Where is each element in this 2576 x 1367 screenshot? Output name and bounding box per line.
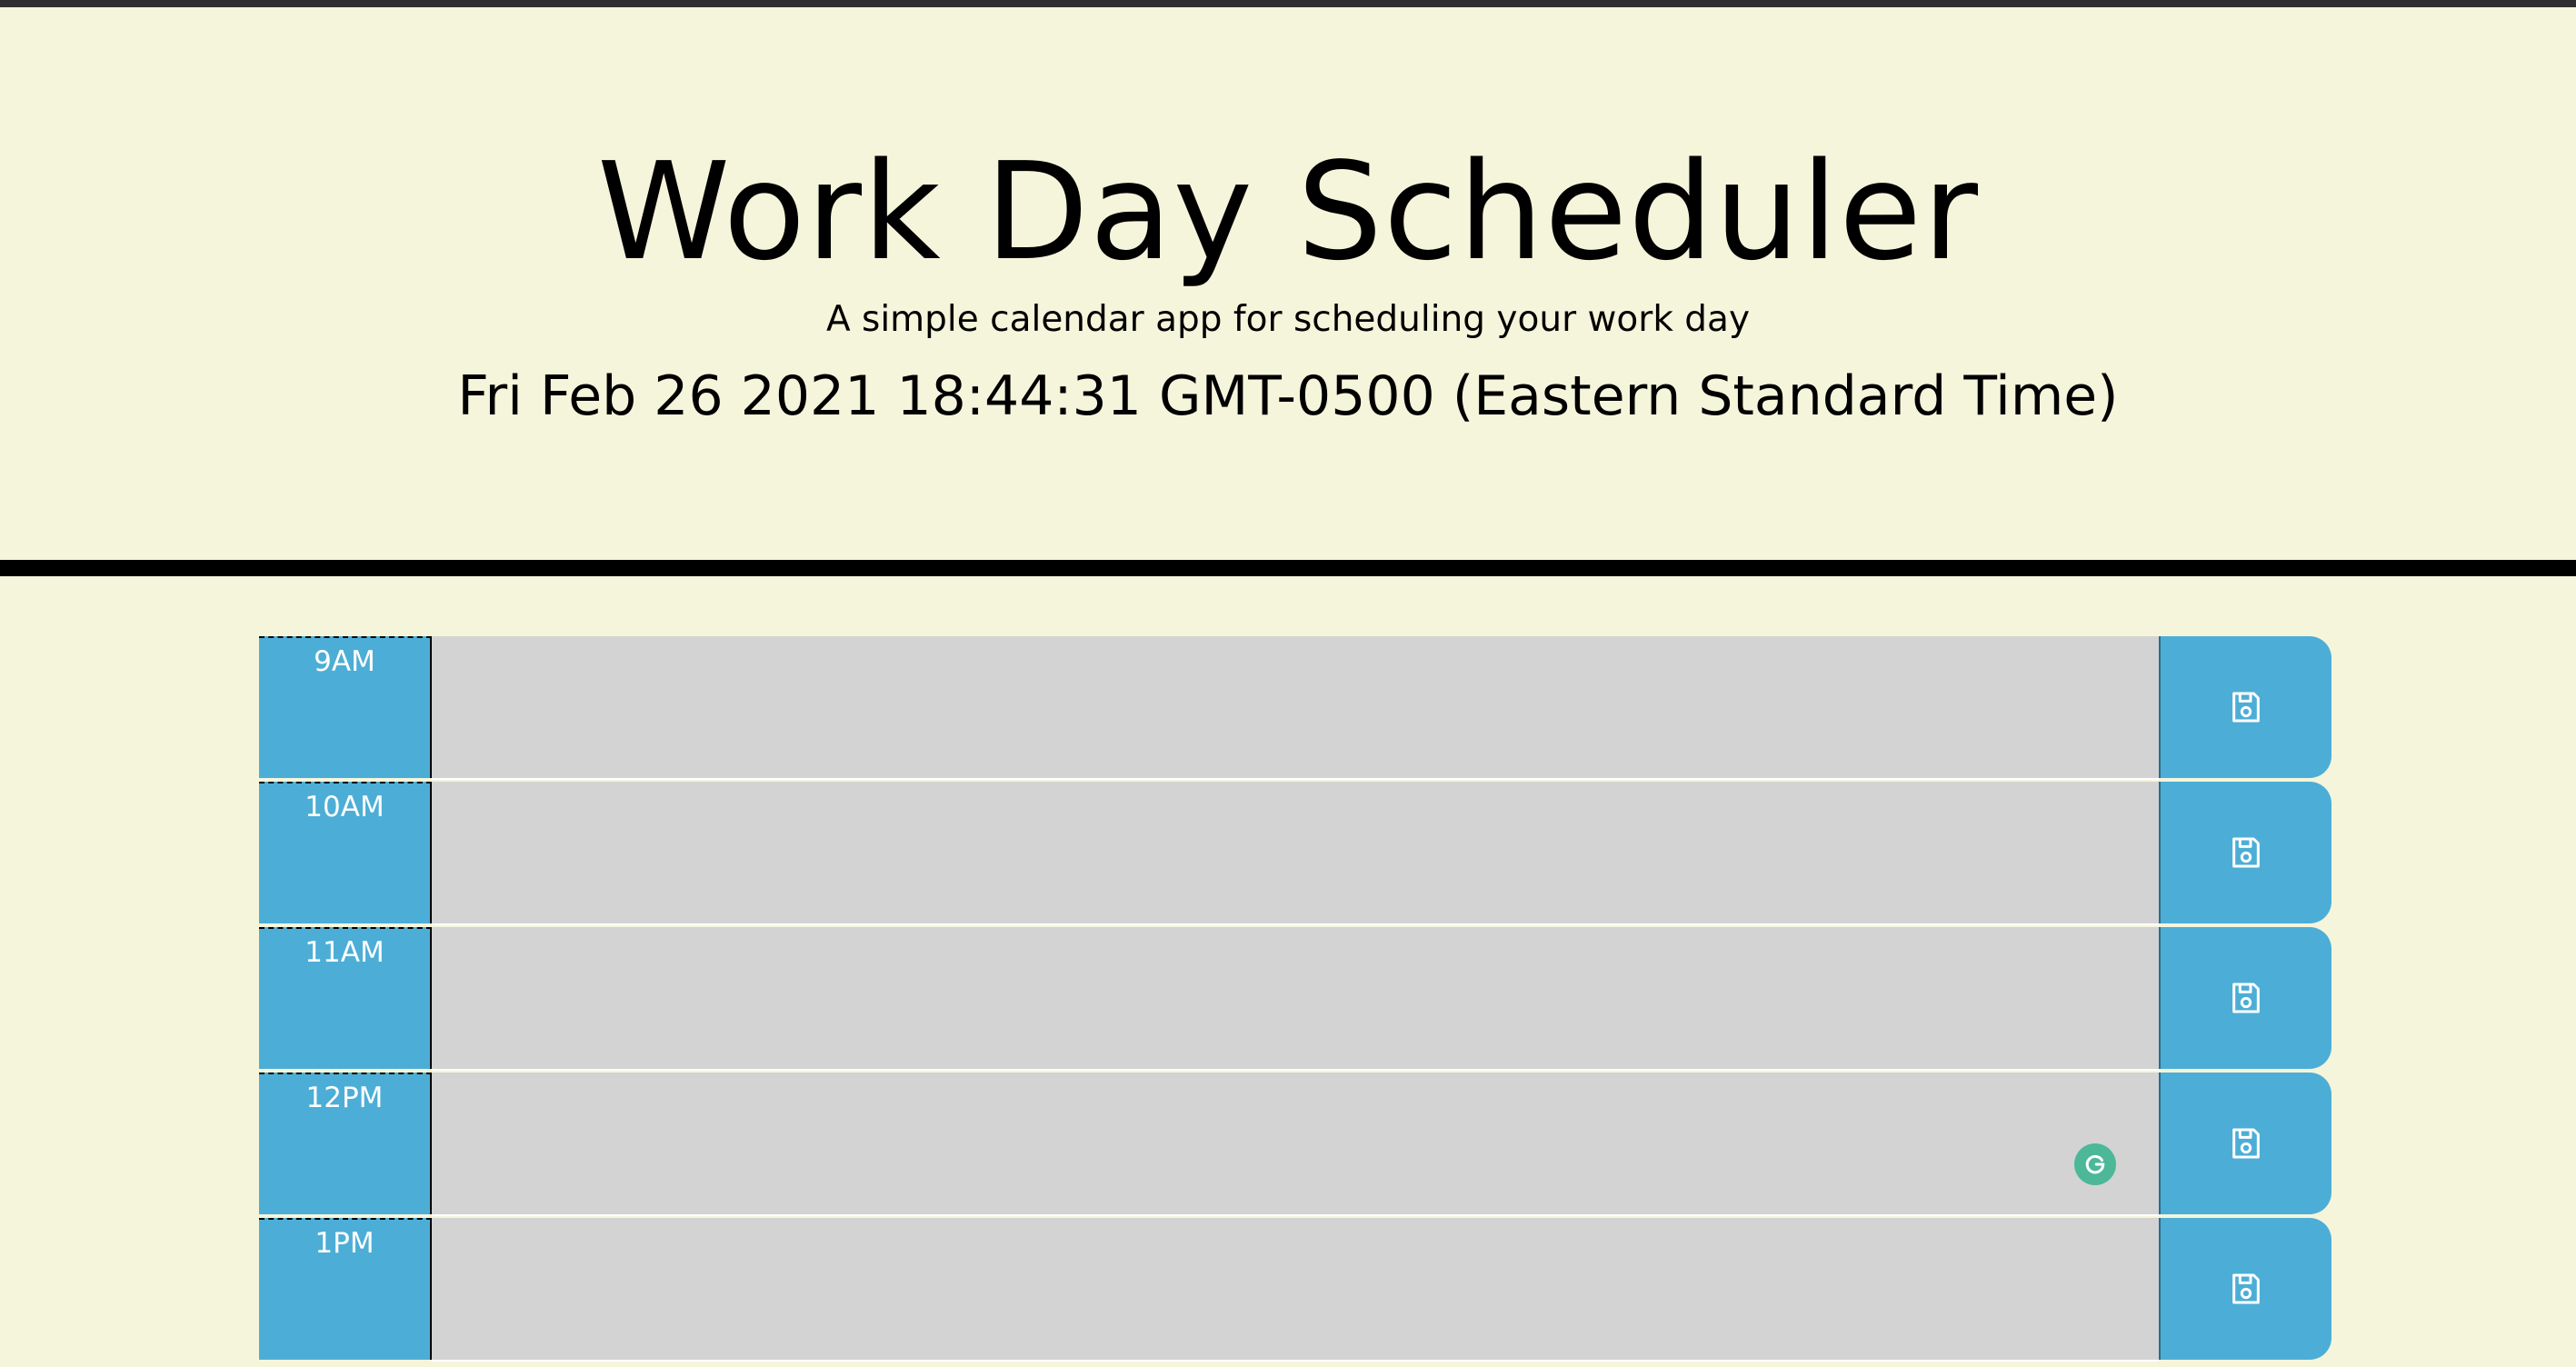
save-button[interactable] [2159, 927, 2331, 1069]
save-button[interactable] [2159, 636, 2331, 778]
scheduler-container: 9AM 10AM 11AM 12PM 1PM [259, 636, 2331, 1363]
event-description-input[interactable] [432, 1218, 2159, 1362]
page-header: Work Day Scheduler A simple calendar app… [0, 7, 2576, 576]
time-block-row: 10AM [259, 782, 2331, 927]
time-block-row: 1PM [259, 1218, 2331, 1363]
window-top-strip [0, 0, 2576, 7]
save-button[interactable] [2159, 782, 2331, 923]
floppy-disk-icon [2232, 1128, 2260, 1159]
save-button[interactable] [2159, 1073, 2331, 1214]
time-block-row: 11AM [259, 927, 2331, 1073]
hour-label: 12PM [259, 1073, 432, 1214]
current-day: Fri Feb 26 2021 18:44:31 GMT-0500 (Easte… [457, 364, 2119, 428]
event-description-input[interactable] [432, 927, 2159, 1071]
floppy-disk-icon [2232, 692, 2260, 723]
hour-label: 9AM [259, 636, 432, 778]
hour-label: 10AM [259, 782, 432, 923]
grammarly-badge[interactable] [2074, 1143, 2116, 1185]
time-block-row: 12PM [259, 1073, 2331, 1218]
hour-label: 11AM [259, 927, 432, 1069]
save-button[interactable] [2159, 1218, 2331, 1360]
page-title: Work Day Scheduler [596, 134, 1980, 290]
floppy-disk-icon [2232, 983, 2260, 1013]
event-description-input[interactable] [432, 636, 2159, 780]
time-block-row: 9AM [259, 636, 2331, 782]
event-description-input[interactable] [432, 1073, 2159, 1216]
hour-label: 1PM [259, 1218, 432, 1360]
floppy-disk-icon [2232, 837, 2260, 868]
page-lead: A simple calendar app for scheduling you… [825, 299, 1751, 340]
event-description-input[interactable] [432, 782, 2159, 925]
floppy-disk-icon [2232, 1273, 2260, 1304]
grammarly-icon [2085, 1154, 2105, 1174]
